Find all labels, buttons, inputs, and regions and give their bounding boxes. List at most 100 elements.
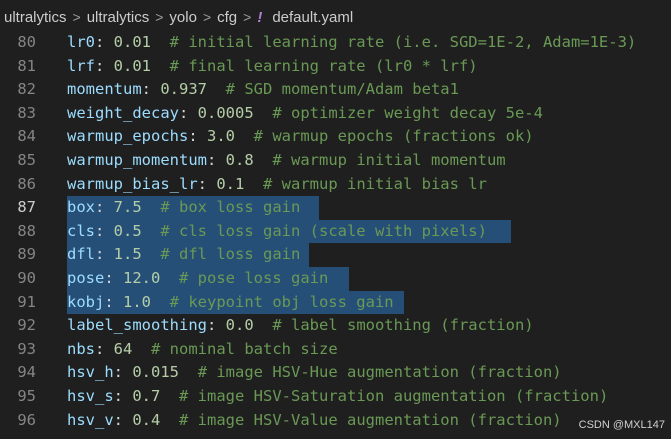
yaml-value: 7.5 [113, 198, 142, 217]
yaml-comment: # optimizer weight decay 5e-4 [272, 103, 543, 122]
yaml-colon: : [206, 316, 226, 335]
code-text: warmup_momentum: 0.8 # warmup initial mo… [67, 149, 506, 173]
code-line[interactable]: 94 hsv_h: 0.015 # image HSV-Hue augmentat… [0, 361, 671, 385]
breadcrumb-file-name[interactable]: default.yaml [272, 9, 353, 26]
code-text: lrf: 0.01 # final learning rate (lr0 * l… [67, 55, 478, 79]
yaml-colon: : [113, 410, 133, 429]
yaml-key: hsv_h [67, 363, 114, 382]
line-number: 82 [17, 80, 36, 99]
line-number: 83 [17, 103, 36, 122]
breadcrumb-item-ultralytics-root[interactable]: ultralytics [4, 9, 67, 26]
code-line[interactable]: 87 box: 7.5 # box loss gain [0, 196, 671, 220]
code-line[interactable]: 92 label_smoothing: 0.0 # label smoothing… [0, 314, 671, 338]
code-line[interactable]: 96 hsv_v: 0.4 # image HSV-Value augmentat… [0, 409, 671, 433]
code-text: dfl: 1.5 # dfl loss gain [67, 243, 300, 267]
yaml-colon: : [95, 339, 114, 358]
code-line[interactable]: 84 warmup_epochs: 3.0 # warmup epochs (fr… [0, 125, 671, 149]
line-number: 80 [17, 33, 36, 51]
code-text: box: 7.5 # box loss gain [67, 196, 300, 220]
code-area[interactable]: 80 lr0: 0.01 # initial learning rate (i.e… [0, 31, 671, 432]
yaml-colon: : [141, 80, 161, 99]
yaml-key: hsv_v [67, 410, 114, 429]
watermark: CSDN @MXL147 [578, 419, 665, 431]
code-line[interactable]: 91 kobj: 1.0 # keypoint obj loss gain [0, 290, 671, 315]
code-line[interactable]: 95 hsv_s: 0.7 # image HSV-Saturation augm… [0, 385, 671, 409]
breadcrumb: ultralytics > ultralytics > yolo > cfg >… [0, 0, 671, 34]
breadcrumb-item-ultralytics[interactable]: ultralytics [87, 9, 150, 26]
line-number: 86 [17, 174, 36, 193]
code-line[interactable]: 85 warmup_momentum: 0.8 # warmup initial … [0, 149, 671, 173]
yaml-key: pose [67, 268, 105, 287]
yaml-key: warmup_bias_lr [67, 174, 198, 193]
yaml-comment: # label smoothing (fraction) [272, 316, 534, 335]
yaml-comment: # pose loss gain [179, 268, 329, 287]
yaml-comment: # final learning rate (lr0 * lrf) [169, 56, 478, 75]
yaml-value: 0.5 [113, 221, 142, 240]
breadcrumb-item-cfg[interactable]: cfg [217, 9, 237, 26]
yaml-value: 0.7 [132, 386, 161, 405]
line-number: 91 [17, 292, 36, 311]
yaml-key: kobj [67, 292, 105, 311]
breadcrumb-item-yolo[interactable]: yolo [169, 9, 197, 26]
code-line[interactable]: 86 warmup_bias_lr: 0.1 # warmup initial b… [0, 173, 671, 197]
line-number: 85 [17, 150, 36, 169]
yaml-comment: # image HSV-Hue augmentation (fraction) [197, 363, 562, 382]
yaml-value: 3.0 [207, 127, 235, 146]
yaml-key: dfl [67, 245, 95, 264]
code-line[interactable]: 89 dfl: 1.5 # dfl loss gain [0, 243, 671, 267]
yaml-value: 1.5 [113, 245, 142, 264]
yaml-value: 0.937 [160, 80, 207, 99]
yaml-value: 0.0 [225, 316, 254, 335]
yaml-key: lrf [67, 56, 95, 75]
line-number: 94 [17, 363, 36, 382]
yaml-comment: # box loss gain [160, 198, 301, 217]
code-line[interactable]: 88 cls: 0.5 # cls loss gain (scale with p… [0, 219, 671, 244]
yaml-colon: : [178, 103, 198, 122]
code-line[interactable]: 80 lr0: 0.01 # initial learning rate (i.e… [0, 31, 671, 55]
yaml-comment: # cls loss gain (scale with pixels) [160, 221, 487, 240]
yaml-value: 0.01 [113, 33, 151, 51]
chevron-right-icon: > [155, 9, 164, 25]
line-number: 90 [17, 268, 36, 287]
yaml-colon: : [104, 292, 123, 311]
code-editor[interactable]: ultralytics > ultralytics > yolo > cfg >… [0, 0, 671, 439]
code-line[interactable]: 81 lrf: 0.01 # final learning rate (lr0 *… [0, 55, 671, 79]
yaml-colon: : [95, 245, 114, 264]
yaml-colon: : [197, 174, 217, 193]
yaml-comment: # nominal batch size [151, 339, 338, 358]
yaml-value: 0.0005 [197, 103, 254, 122]
yaml-key: label_smoothing [67, 316, 207, 335]
chevron-right-icon: > [202, 9, 212, 25]
yaml-value: 64 [113, 339, 133, 358]
code-text: nbs: 64 # nominal batch size [67, 338, 338, 362]
code-line[interactable]: 83 weight_decay: 0.0005 # optimizer weigh… [0, 102, 671, 126]
yaml-colon: : [206, 150, 226, 169]
yaml-key: box [67, 198, 95, 217]
yaml-comment: # image HSV-Value augmentation (fraction… [179, 410, 562, 429]
yaml-colon: : [113, 386, 133, 405]
yaml-value: 0.1 [216, 174, 245, 193]
code-text: hsv_s: 0.7 # image HSV-Saturation augmen… [67, 385, 608, 409]
code-text: cls: 0.5 # cls loss gain (scale with pix… [67, 220, 487, 244]
code-line[interactable]: 90 pose: 12.0 # pose loss gain [0, 266, 671, 291]
line-number: 95 [17, 386, 36, 405]
yaml-key: nbs [67, 339, 95, 358]
yaml-colon: : [188, 127, 207, 146]
code-line[interactable]: 82 momentum: 0.937 # SGD momentum/Adam be… [0, 78, 671, 102]
yaml-value: 0.015 [132, 363, 180, 382]
line-number: 89 [17, 245, 36, 264]
code-line[interactable]: 93 nbs: 64 # nominal batch size [0, 338, 671, 362]
line-number: 84 [17, 127, 36, 146]
